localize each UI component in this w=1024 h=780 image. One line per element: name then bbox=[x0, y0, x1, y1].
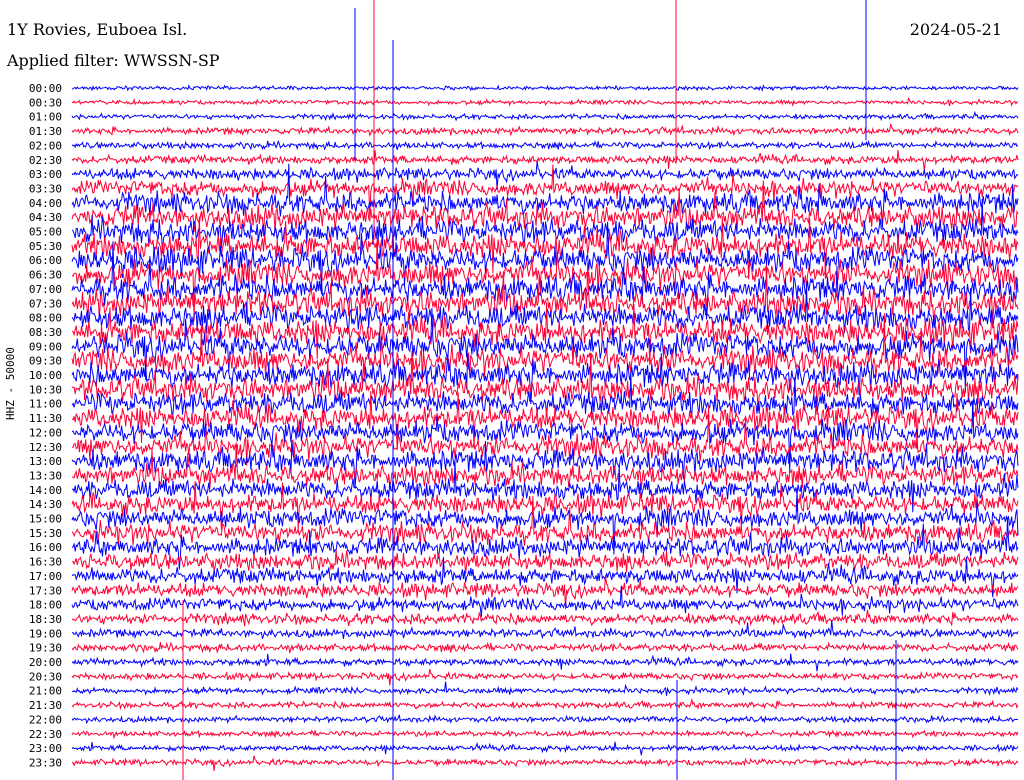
time-tick-label: 12:30 bbox=[29, 441, 62, 454]
time-tick-label: 19:00 bbox=[29, 627, 62, 640]
time-tick-label: 16:30 bbox=[29, 556, 62, 569]
time-tick-label: 10:30 bbox=[29, 383, 62, 396]
seismic-trace-2130 bbox=[71, 697, 1019, 711]
time-tick-label: 06:00 bbox=[29, 254, 62, 267]
seismic-trace-0230 bbox=[71, 149, 1019, 171]
time-tick-label: 13:30 bbox=[29, 469, 62, 482]
time-tick-label: 07:30 bbox=[29, 297, 62, 310]
seismic-trace-2200 bbox=[71, 714, 1019, 725]
time-tick-label: 05:00 bbox=[29, 226, 62, 239]
time-tick-label: 00:30 bbox=[29, 96, 62, 109]
time-tick-label: 18:30 bbox=[29, 613, 62, 626]
seismic-trace-2000 bbox=[71, 653, 1019, 672]
seismic-trace-1930 bbox=[71, 641, 1019, 654]
time-tick-label: 17:30 bbox=[29, 584, 62, 597]
time-tick-label: 10:00 bbox=[29, 369, 62, 382]
helicorder-page: 1Y Rovies, Euboea Isl. Applied filter: W… bbox=[0, 0, 1024, 780]
time-tick-label: 22:30 bbox=[29, 728, 62, 741]
time-tick-label: 02:00 bbox=[29, 139, 62, 152]
seismic-trace-0200 bbox=[71, 139, 1019, 151]
time-tick-label: 17:00 bbox=[29, 570, 62, 583]
time-tick-label: 01:30 bbox=[29, 125, 62, 138]
time-tick-label: 22:00 bbox=[29, 713, 62, 726]
seismic-trace-1130 bbox=[71, 391, 1019, 449]
seismic-trace-0130 bbox=[71, 123, 1019, 137]
time-tick-label: 12:00 bbox=[29, 426, 62, 439]
time-tick-label: 09:30 bbox=[29, 355, 62, 368]
seismic-trace-2100 bbox=[71, 681, 1019, 697]
time-tick-label: 18:00 bbox=[29, 599, 62, 612]
time-tick-label: 02:30 bbox=[29, 154, 62, 167]
time-tick-label: 04:00 bbox=[29, 197, 62, 210]
time-tick-label: 00:00 bbox=[29, 82, 62, 95]
trace-group bbox=[71, 0, 1019, 780]
time-tick-label: 14:00 bbox=[29, 484, 62, 497]
time-tick-label: 21:00 bbox=[29, 685, 62, 698]
time-tick-label: 20:30 bbox=[29, 670, 62, 683]
seismic-trace-1830 bbox=[71, 609, 1019, 627]
time-tick-label: 14:30 bbox=[29, 498, 62, 511]
time-tick-label: 08:00 bbox=[29, 312, 62, 325]
seismic-trace-2230 bbox=[71, 728, 1019, 740]
time-tick-label: 05:30 bbox=[29, 240, 62, 253]
time-tick-label: 07:00 bbox=[29, 283, 62, 296]
time-tick-label: 15:00 bbox=[29, 513, 62, 526]
seismic-trace-0100 bbox=[71, 110, 1019, 122]
time-tick-label: 09:00 bbox=[29, 340, 62, 353]
time-tick-label: 06:30 bbox=[29, 269, 62, 282]
seismic-trace-0000 bbox=[71, 84, 1019, 92]
time-tick-label: 15:30 bbox=[29, 527, 62, 540]
seismic-trace-2030 bbox=[71, 668, 1019, 686]
time-tick-label: 23:30 bbox=[29, 756, 62, 769]
seismic-trace-0030 bbox=[71, 97, 1018, 108]
time-tick-label: 16:00 bbox=[29, 541, 62, 554]
time-tick-label: 08:30 bbox=[29, 326, 62, 339]
seismic-trace-2330 bbox=[71, 755, 1019, 771]
time-tick-labels: 00:0000:30 01:0001:3002:00 02:3003:0003:30… bbox=[29, 82, 62, 769]
seismic-trace-1000 bbox=[71, 353, 1019, 405]
time-tick-label: 01:00 bbox=[29, 111, 62, 124]
time-tick-label: 13:00 bbox=[29, 455, 62, 468]
time-tick-label: 04:30 bbox=[29, 211, 62, 224]
seismic-trace-2300 bbox=[71, 741, 1019, 756]
helicorder-plot: 00:0000:30 01:0001:3002:00 02:3003:0003:30… bbox=[29, 0, 1019, 780]
time-tick-label: 21:30 bbox=[29, 699, 62, 712]
time-tick-label: 11:30 bbox=[29, 412, 62, 425]
time-tick-label: 23:00 bbox=[29, 742, 62, 755]
time-tick-label: 20:00 bbox=[29, 656, 62, 669]
time-tick-label: 19:30 bbox=[29, 642, 62, 655]
time-tick-label: 03:30 bbox=[29, 182, 62, 195]
time-tick-label: 03:00 bbox=[29, 168, 62, 181]
time-tick-label: 11:00 bbox=[29, 398, 62, 411]
